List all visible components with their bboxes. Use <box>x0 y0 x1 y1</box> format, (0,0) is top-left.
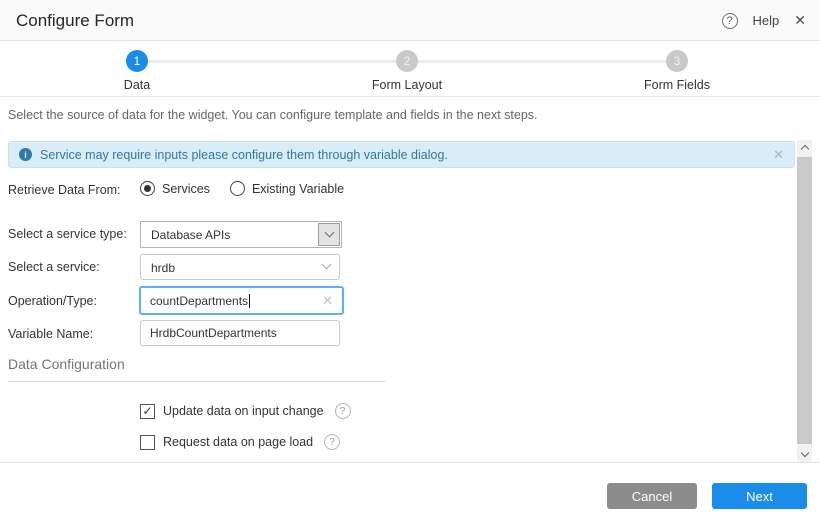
operation-type-value: countDepartments <box>150 294 248 308</box>
dialog-header: Configure Form ? Help ✕ <box>0 0 820 41</box>
service-value: hrdb <box>151 261 175 275</box>
step-1-circle[interactable]: 1 <box>126 50 148 72</box>
operation-type-label: Operation/Type: <box>8 294 97 308</box>
request-data-label[interactable]: Request data on page load <box>163 435 313 449</box>
operation-type-input[interactable]: countDepartments ✕ <box>139 286 344 315</box>
configure-form-dialog: Configure Form ? Help ✕ 1 2 3 Data Form … <box>0 0 820 525</box>
radio-existing-variable[interactable] <box>230 181 245 196</box>
section-divider <box>8 381 385 382</box>
clear-icon[interactable]: ✕ <box>322 293 333 309</box>
data-configuration-heading: Data Configuration <box>8 356 125 372</box>
scrollbar-thumb[interactable] <box>797 157 812 444</box>
wizard-stepper: 1 2 3 Data Form Layout Form Fields <box>0 41 820 97</box>
radio-services[interactable] <box>140 181 155 196</box>
text-caret <box>249 294 250 308</box>
update-data-label[interactable]: Update data on input change <box>163 404 324 418</box>
scroll-up-button[interactable] <box>797 140 812 155</box>
footer-divider <box>0 462 820 463</box>
step-3-circle[interactable]: 3 <box>666 50 688 72</box>
vertical-scrollbar[interactable] <box>797 140 812 462</box>
step-2-circle[interactable]: 2 <box>396 50 418 72</box>
service-type-arrow-button[interactable] <box>318 223 340 246</box>
close-icon[interactable]: ✕ <box>794 12 806 29</box>
scroll-down-button[interactable] <box>797 447 812 462</box>
radio-services-dot <box>144 185 151 192</box>
info-icon: i <box>19 148 32 161</box>
banner-close-icon[interactable]: ✕ <box>773 147 784 163</box>
variable-name-input[interactable] <box>140 320 340 346</box>
cancel-button[interactable]: Cancel <box>607 483 697 509</box>
update-data-row: ✓ Update data on input change ? <box>140 403 351 419</box>
step-3-label: Form Fields <box>607 78 747 92</box>
service-select[interactable]: hrdb <box>140 254 340 280</box>
request-data-help-icon[interactable]: ? <box>324 434 340 450</box>
help-label[interactable]: Help <box>753 13 780 28</box>
step-2-label: Form Layout <box>337 78 477 92</box>
radio-services-label[interactable]: Services <box>162 182 210 196</box>
retrieve-data-from-label: Retrieve Data From: <box>8 183 121 197</box>
step-description: Select the source of data for the widget… <box>8 108 538 122</box>
page-title: Configure Form <box>16 11 134 31</box>
chevron-down-icon <box>324 228 334 238</box>
service-type-label: Select a service type: <box>8 227 127 241</box>
retrieve-data-radio-group: Services Existing Variable <box>140 181 364 196</box>
info-banner: i Service may require inputs please conf… <box>8 141 795 168</box>
variable-name-label: Variable Name: <box>8 327 93 341</box>
chevron-down-icon <box>322 260 332 270</box>
header-actions: ? Help ✕ <box>722 12 806 29</box>
service-type-value: Database APIs <box>151 228 230 242</box>
update-data-help-icon[interactable]: ? <box>335 403 351 419</box>
request-data-checkbox[interactable] <box>140 435 155 450</box>
info-banner-text: Service may require inputs please config… <box>40 148 448 162</box>
chevron-up-icon <box>800 145 808 153</box>
service-type-select[interactable]: Database APIs <box>140 221 342 248</box>
service-label: Select a service: <box>8 260 100 274</box>
chevron-down-icon <box>800 449 808 457</box>
radio-existing-variable-label[interactable]: Existing Variable <box>252 182 344 196</box>
update-data-checkbox[interactable]: ✓ <box>140 404 155 419</box>
help-icon[interactable]: ? <box>722 13 738 29</box>
request-data-row: Request data on page load ? <box>140 434 340 450</box>
next-button[interactable]: Next <box>712 483 807 509</box>
step-1-label: Data <box>67 78 207 92</box>
